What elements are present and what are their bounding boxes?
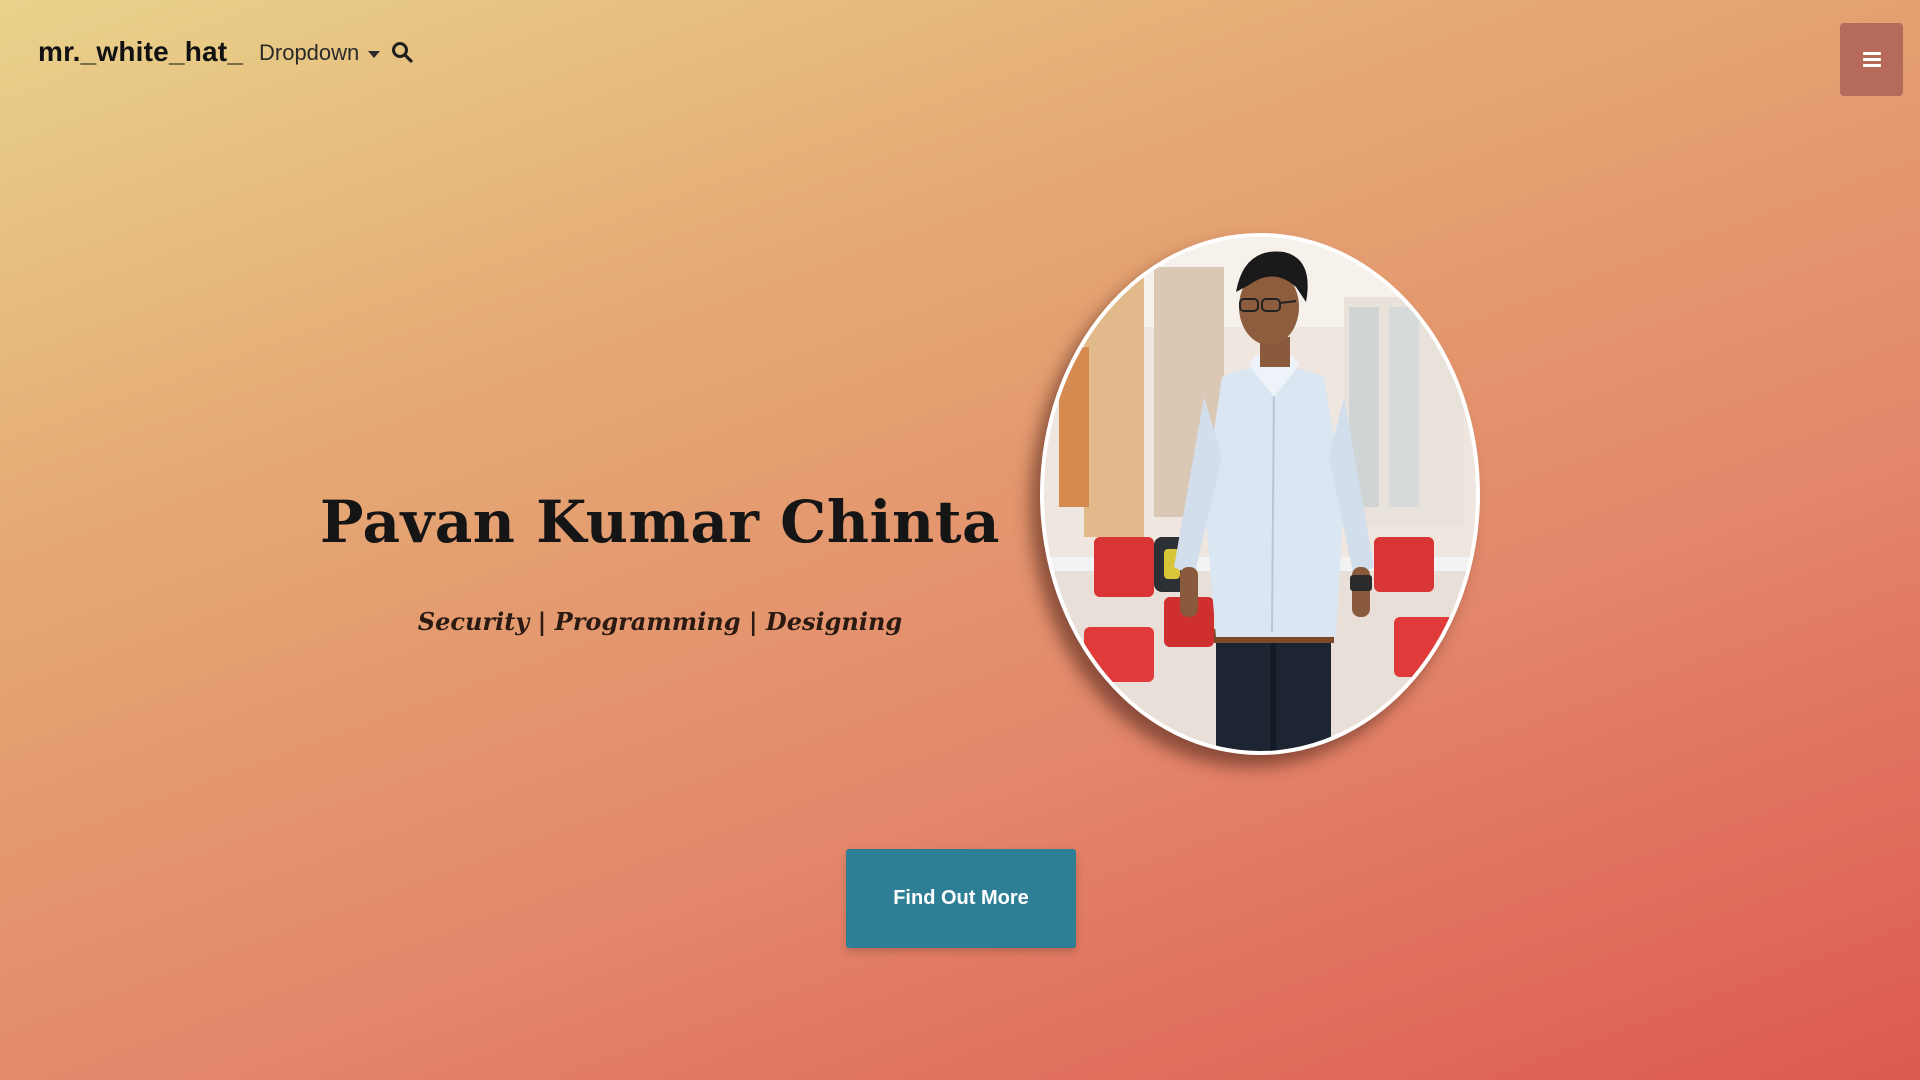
menu-toggle-button[interactable] [1840,23,1903,96]
hero-name-heading: Pavan Kumar Chinta [319,488,1001,556]
hero-tagline: Security | Programming | Designing [417,607,903,636]
top-navbar: mr._white_hat_ Dropdown [0,0,1920,110]
brand-logo-link[interactable]: mr._white_hat_ [38,36,243,68]
search-button[interactable] [390,40,418,68]
profile-photo [1040,233,1480,755]
hamburger-menu-icon [1862,51,1881,68]
nav-dropdown-toggle[interactable]: Dropdown [259,40,381,66]
find-out-more-button[interactable]: Find Out More [846,849,1076,948]
dropdown-label: Dropdown [259,40,360,65]
caret-down-icon [368,50,381,58]
search-icon [392,42,413,63]
